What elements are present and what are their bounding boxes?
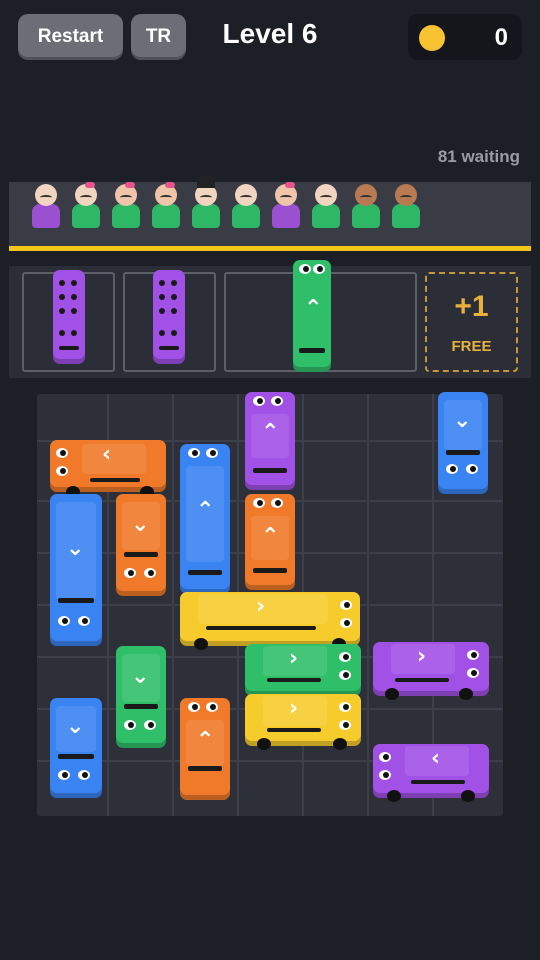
orange-car-up-bottom[interactable]: ⌃ (180, 698, 230, 800)
orange-car-left[interactable]: ‹ (50, 440, 166, 498)
hair-bow-icon (165, 182, 175, 188)
arrow-up-icon: ⌃ (261, 420, 280, 445)
chevron-right-icon: › (289, 696, 299, 721)
passenger (69, 182, 103, 234)
green-car-down[interactable]: ⌄ (116, 646, 166, 748)
passenger (309, 184, 343, 234)
arrow-up-icon: ⌃ (261, 524, 280, 549)
chevron-down-icon: ⌄ (66, 536, 85, 561)
waiting-count: 81 waiting (437, 147, 520, 166)
passenger (229, 184, 263, 234)
tr-button[interactable]: TR (131, 14, 186, 60)
chevron-left-icon: ‹ (431, 746, 441, 771)
chevron-right-icon: › (289, 646, 299, 671)
hair-bow-icon (285, 182, 295, 188)
chevron-right-icon: › (256, 594, 266, 619)
free-slot-plus: +1 (454, 290, 489, 323)
free-slot-button[interactable]: +1 FREE (425, 272, 518, 372)
parked-green-bus: ⌃ (293, 260, 331, 372)
purple-bus-up[interactable]: ⌃ (245, 392, 295, 490)
yellow-car-right[interactable]: › (245, 694, 361, 750)
level-title: Level 6 (222, 18, 318, 49)
chevron-left-icon: ‹ (102, 442, 112, 467)
free-slot-label: FREE (451, 338, 492, 355)
chevron-down-icon: ⌄ (66, 714, 85, 739)
chevron-down-icon: ⌄ (131, 664, 150, 689)
passenger (189, 176, 223, 234)
parked-purple-bus-2 (153, 270, 185, 364)
chevron-down-icon: ⌄ (453, 408, 472, 433)
restart-button[interactable]: Restart (18, 14, 123, 60)
blue-bus-down-right[interactable]: ⌄ (438, 392, 488, 494)
orange-car-down[interactable]: ⌄ (116, 494, 166, 596)
blue-bus-down-left[interactable]: ⌄ (50, 494, 102, 646)
arrow-up-icon: ⌃ (196, 728, 215, 753)
top-hat-icon (197, 176, 215, 188)
hair-bow-icon (85, 182, 95, 188)
blue-car-down-bottom[interactable]: ⌄ (50, 698, 102, 798)
coin-icon (419, 25, 445, 51)
passenger-queue (9, 176, 531, 246)
purple-car-right[interactable]: › (373, 642, 489, 700)
passenger (389, 184, 423, 234)
passenger (29, 184, 63, 234)
blue-bus-up[interactable]: ⌃ (180, 444, 230, 594)
coin-counter: 0 (408, 14, 522, 60)
queue-boundary-line (9, 246, 531, 251)
passenger (109, 182, 143, 234)
passenger (149, 182, 183, 234)
coin-value: 0 (494, 24, 508, 51)
yellow-bus-right-long[interactable]: › (180, 592, 360, 650)
purple-car-left[interactable]: ‹ (373, 744, 489, 802)
arrow-up-icon: ⌃ (304, 296, 323, 321)
chevron-right-icon: › (417, 644, 427, 669)
arrow-up-icon: ⌃ (196, 498, 215, 523)
parked-purple-bus-1 (53, 270, 85, 364)
passenger (269, 182, 303, 234)
passenger (349, 184, 383, 234)
green-car-right[interactable]: › (245, 644, 361, 696)
chevron-down-icon: ⌄ (131, 512, 150, 537)
orange-car-up[interactable]: ⌃ (245, 494, 295, 590)
hair-bow-icon (125, 182, 135, 188)
